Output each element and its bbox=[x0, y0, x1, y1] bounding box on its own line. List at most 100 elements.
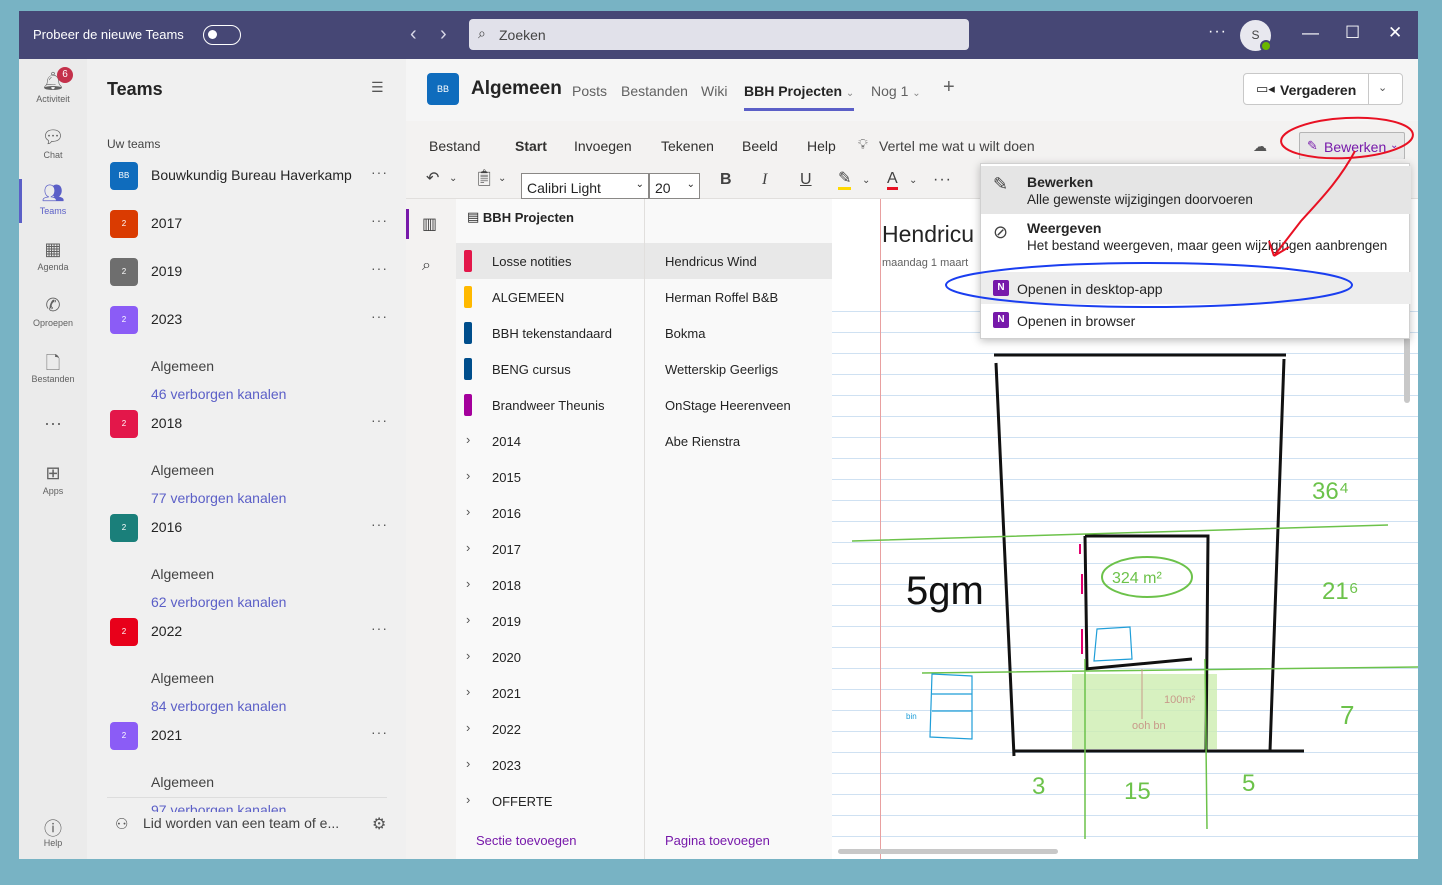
section-item[interactable]: BENG cursus bbox=[456, 351, 644, 387]
add-section-link[interactable]: Sectie toevoegen bbox=[476, 833, 576, 848]
notebooks-icon[interactable]: ▥ bbox=[422, 214, 437, 234]
team-item[interactable]: 2 2018 ··· bbox=[87, 400, 406, 448]
ribbon-tab-file[interactable]: Bestand bbox=[429, 138, 480, 154]
channel-item[interactable]: Algemeen bbox=[151, 774, 214, 790]
team-more-icon[interactable]: ··· bbox=[371, 164, 388, 180]
meet-button[interactable]: ▭◂ Vergaderen ⌄ bbox=[1243, 73, 1403, 105]
search-input[interactable]: ⌕ Zoeken bbox=[469, 19, 969, 50]
rail-help[interactable]: ⓘ Help bbox=[19, 807, 87, 859]
team-item[interactable]: 2 2021 ··· bbox=[87, 712, 406, 760]
channel-item[interactable]: Algemeen bbox=[151, 566, 214, 582]
back-arrow-icon[interactable]: ‹ bbox=[410, 23, 417, 46]
filter-icon[interactable]: ☰ bbox=[371, 79, 384, 96]
tab-wiki[interactable]: Wiki bbox=[701, 83, 727, 99]
tab-posts[interactable]: Posts bbox=[572, 83, 607, 99]
ribbon-tab-help[interactable]: Help bbox=[807, 138, 836, 154]
team-more-icon[interactable]: ··· bbox=[371, 724, 388, 740]
horizontal-scrollbar[interactable] bbox=[838, 849, 1058, 854]
rail-chat[interactable]: 💬︎ Chat bbox=[19, 119, 87, 171]
chevron-down-icon[interactable]: ⌄ bbox=[449, 173, 457, 184]
channel-item[interactable]: Algemeen bbox=[151, 462, 214, 478]
team-more-icon[interactable]: ··· bbox=[371, 620, 388, 636]
tell-me-input[interactable]: Vertel me wat u wilt doen bbox=[879, 138, 1035, 154]
team-more-icon[interactable]: ··· bbox=[371, 308, 388, 324]
team-item[interactable]: BB Bouwkundig Bureau Haverkamp ··· bbox=[87, 152, 406, 200]
section-group[interactable]: › 2020 bbox=[456, 639, 644, 675]
font-family-select[interactable]: Calibri Light ⌄ bbox=[521, 173, 649, 199]
tab-files[interactable]: Bestanden bbox=[621, 83, 688, 99]
section-item[interactable]: Losse notities bbox=[456, 243, 644, 279]
edit-document-button[interactable]: ✎ Bewerken ⌄ bbox=[1299, 132, 1405, 160]
page-item[interactable]: Herman Roffel B&B bbox=[645, 279, 833, 315]
team-item[interactable]: 2 2023 ··· bbox=[87, 296, 406, 344]
menu-item-view[interactable]: ⊘ Weergeven Het bestand weergeven, maar … bbox=[981, 214, 1411, 262]
chevron-down-icon[interactable]: ⌄ bbox=[498, 173, 506, 184]
team-item[interactable]: 2 2019 ··· bbox=[87, 248, 406, 296]
highlight-icon[interactable]: ✎ bbox=[838, 171, 852, 190]
section-group[interactable]: › 2018 bbox=[456, 567, 644, 603]
section-group[interactable]: › 2017 bbox=[456, 531, 644, 567]
page-item[interactable]: Bokma bbox=[645, 315, 833, 351]
rail-activity[interactable]: 🔔︎ Activiteit 6 bbox=[19, 63, 87, 115]
rail-files[interactable]: 🗋 Bestanden bbox=[19, 343, 87, 395]
section-group[interactable]: › 2023 bbox=[456, 747, 644, 783]
more-options-icon[interactable]: ··· bbox=[933, 171, 952, 189]
new-teams-toggle[interactable] bbox=[203, 25, 241, 45]
ribbon-tab-draw[interactable]: Tekenen bbox=[661, 138, 714, 154]
add-tab-icon[interactable]: + bbox=[943, 76, 955, 99]
chevron-down-icon[interactable]: ⌄ bbox=[909, 175, 917, 186]
notebook-title[interactable]: ▤ BBH Projecten bbox=[467, 209, 574, 226]
search-icon[interactable]: ⌕ bbox=[422, 257, 431, 275]
bold-icon[interactable]: B bbox=[720, 171, 732, 189]
ribbon-tab-view[interactable]: Beeld bbox=[742, 138, 778, 154]
menu-item-open-browser[interactable]: N Openen in browser bbox=[981, 304, 1411, 336]
team-more-icon[interactable]: ··· bbox=[371, 212, 388, 228]
menu-item-edit[interactable]: ✎ Bewerken Alle gewenste wijzigingen doo… bbox=[981, 166, 1411, 214]
underline-icon[interactable]: U bbox=[800, 171, 812, 189]
gear-icon[interactable]: ⚙ bbox=[372, 814, 386, 834]
rail-more[interactable]: ··· bbox=[19, 405, 87, 457]
channel-item[interactable]: Algemeen bbox=[151, 670, 214, 686]
more-options-icon[interactable]: ··· bbox=[1208, 23, 1227, 41]
add-page-link[interactable]: Pagina toevoegen bbox=[665, 833, 770, 848]
undo-icon[interactable]: ↶ bbox=[426, 168, 439, 188]
team-more-icon[interactable]: ··· bbox=[371, 260, 388, 276]
channel-item[interactable]: Algemeen bbox=[151, 358, 214, 374]
section-group[interactable]: › 2014 bbox=[456, 423, 644, 459]
rail-teams[interactable]: 👥︎ Teams bbox=[19, 175, 87, 227]
section-group[interactable]: › OFFERTE bbox=[456, 783, 644, 819]
chevron-down-icon[interactable]: ⌄ bbox=[1378, 81, 1387, 94]
section-group[interactable]: › 2016 bbox=[456, 495, 644, 531]
font-color-icon[interactable]: A bbox=[887, 171, 898, 190]
page-item[interactable]: OnStage Heerenveen bbox=[645, 387, 833, 423]
section-item[interactable]: Brandweer Theunis bbox=[456, 387, 644, 423]
page-item[interactable]: Hendricus Wind bbox=[645, 243, 833, 279]
ribbon-tab-home[interactable]: Start bbox=[515, 138, 547, 162]
italic-icon[interactable]: I bbox=[762, 171, 767, 189]
ribbon-tab-insert[interactable]: Invoegen bbox=[574, 138, 632, 154]
page-item[interactable]: Abe Rienstra bbox=[645, 423, 833, 459]
font-size-select[interactable]: 20 ⌄ bbox=[649, 173, 700, 199]
rail-calendar[interactable]: ▦ Agenda bbox=[19, 231, 87, 283]
section-item[interactable]: ALGEMEEN bbox=[456, 279, 644, 315]
rail-apps[interactable]: ⊞ Apps bbox=[19, 455, 87, 507]
minimize-icon[interactable]: — bbox=[1302, 23, 1319, 43]
team-more-icon[interactable]: ··· bbox=[371, 516, 388, 532]
section-item[interactable]: BBH tekenstandaard bbox=[456, 315, 644, 351]
page-item[interactable]: Wetterskip Geerligs bbox=[645, 351, 833, 387]
team-item[interactable]: 2 2017 ··· bbox=[87, 200, 406, 248]
team-item[interactable]: 2 2022 ··· bbox=[87, 608, 406, 656]
maximize-icon[interactable]: ☐ bbox=[1345, 23, 1360, 43]
tab-more[interactable]: Nog 1 ⌄ bbox=[871, 83, 921, 99]
team-item[interactable]: 2 2016 ··· bbox=[87, 504, 406, 552]
section-group[interactable]: › 2019 bbox=[456, 603, 644, 639]
join-team-link[interactable]: Lid worden van een team of e... bbox=[143, 815, 339, 831]
close-icon[interactable]: ✕ bbox=[1388, 23, 1402, 43]
tab-bbh-projecten[interactable]: BBH Projecten ⌄ bbox=[744, 83, 855, 111]
menu-item-open-desktop[interactable]: N Openen in desktop-app bbox=[981, 272, 1411, 304]
section-group[interactable]: › 2022 bbox=[456, 711, 644, 747]
chevron-down-icon[interactable]: ⌄ bbox=[862, 175, 870, 186]
rail-calls[interactable]: ✆ Oproepen bbox=[19, 287, 87, 339]
section-group[interactable]: › 2021 bbox=[456, 675, 644, 711]
team-more-icon[interactable]: ··· bbox=[371, 412, 388, 428]
